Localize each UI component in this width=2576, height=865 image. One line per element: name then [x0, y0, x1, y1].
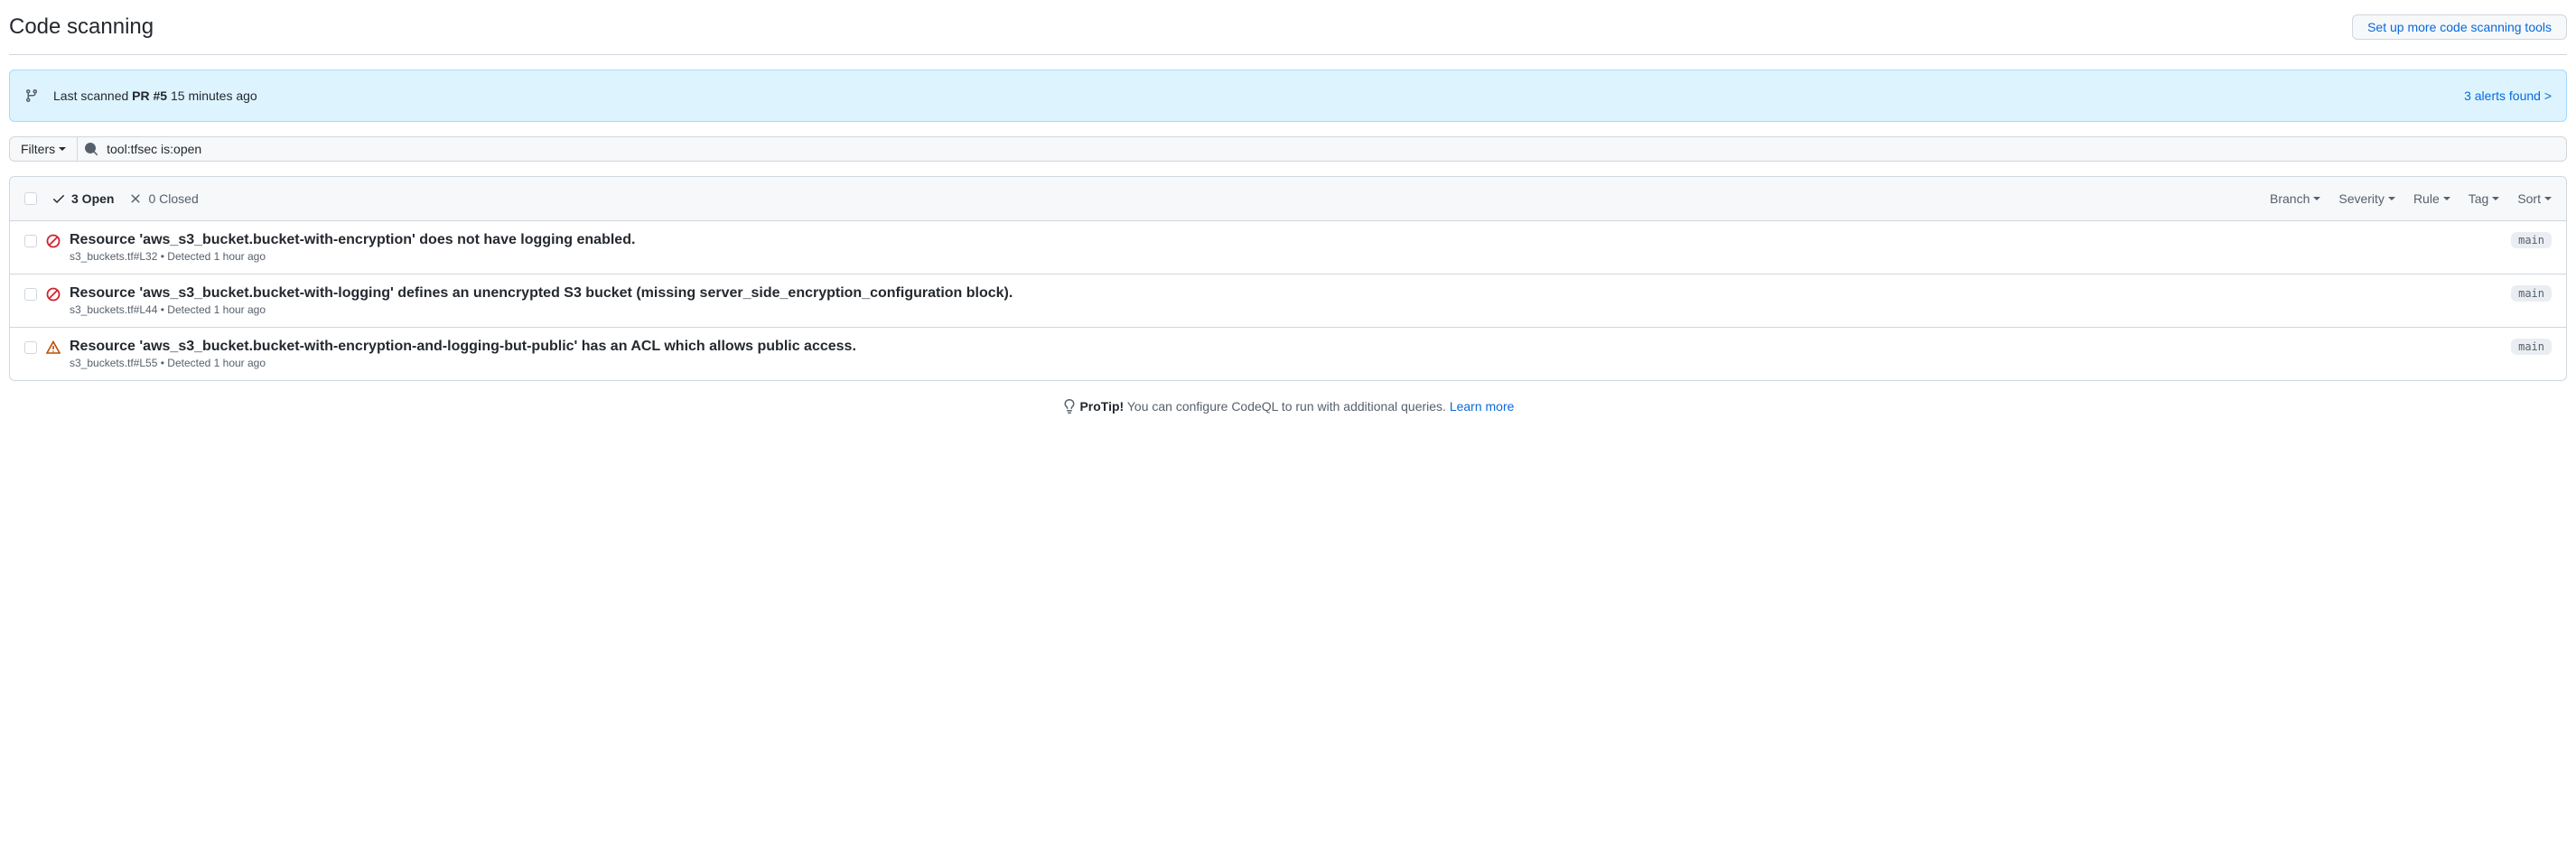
open-count: 3 Open [71, 191, 114, 206]
dropdown-label: Branch [2270, 191, 2310, 206]
page-title: Code scanning [9, 14, 154, 40]
setup-tools-button[interactable]: Set up more code scanning tools [2352, 14, 2567, 40]
banner-suffix: 15 minutes ago [167, 88, 257, 103]
alert-title[interactable]: Resource 'aws_s3_bucket.bucket-with-encr… [70, 339, 2502, 355]
filters-button[interactable]: Filters [9, 136, 77, 162]
alert-row[interactable]: Resource 'aws_s3_bucket.bucket-with-encr… [10, 221, 2566, 274]
branch-label[interactable]: main [2511, 285, 2552, 302]
alert-body: Resource 'aws_s3_bucket.bucket-with-encr… [70, 339, 2502, 369]
alert-title[interactable]: Resource 'aws_s3_bucket.bucket-with-encr… [70, 232, 2502, 248]
alert-file-ref[interactable]: s3_buckets.tf#L55 [70, 357, 157, 369]
alert-detected: Detected 1 hour ago [167, 250, 266, 263]
page-header: Code scanning Set up more code scanning … [9, 14, 2567, 55]
alerts-found-link[interactable]: 3 alerts found > [2464, 88, 2552, 103]
caret-down-icon [2492, 197, 2499, 200]
filters-label: Filters [21, 142, 55, 156]
error-icon [46, 234, 61, 248]
alert-row[interactable]: Resource 'aws_s3_bucket.bucket-with-encr… [10, 328, 2566, 380]
alert-checkbox[interactable] [24, 341, 37, 354]
closed-tab[interactable]: 0 Closed [128, 191, 198, 206]
alert-detected: Detected 1 hour ago [167, 357, 266, 369]
caret-down-icon [2313, 197, 2320, 200]
alerts-box-header: 3 Open 0 Closed Branch Severity Rule Tag… [10, 177, 2566, 221]
error-icon [46, 287, 61, 302]
git-branch-icon [24, 88, 39, 103]
alert-checkbox[interactable] [24, 288, 37, 301]
open-tab[interactable]: 3 Open [51, 191, 114, 206]
caret-down-icon [2443, 197, 2450, 200]
alert-meta: s3_buckets.tf#L44 • Detected 1 hour ago [70, 303, 2502, 316]
alert-detected: Detected 1 hour ago [167, 303, 266, 316]
caret-down-icon [59, 147, 66, 151]
dropdown-label: Rule [2413, 191, 2440, 206]
protip: ProTip! You can configure CodeQL to run … [9, 399, 2567, 414]
alert-body: Resource 'aws_s3_bucket.bucket-with-encr… [70, 232, 2502, 263]
branch-label[interactable]: main [2511, 339, 2552, 355]
caret-down-icon [2388, 197, 2395, 200]
protip-link[interactable]: Learn more [1450, 399, 1515, 414]
alert-checkbox[interactable] [24, 235, 37, 247]
closed-count: 0 Closed [148, 191, 198, 206]
x-icon [128, 191, 143, 206]
alert-body: Resource 'aws_s3_bucket.bucket-with-logg… [70, 285, 2502, 316]
search-input[interactable] [77, 136, 2567, 162]
alert-row[interactable]: Resource 'aws_s3_bucket.bucket-with-logg… [10, 274, 2566, 328]
tag-dropdown[interactable]: Tag [2469, 191, 2500, 206]
branch-dropdown[interactable]: Branch [2270, 191, 2320, 206]
alert-meta: s3_buckets.tf#L32 • Detected 1 hour ago [70, 250, 2502, 263]
filters-row: Filters [9, 136, 2567, 162]
alert-file-ref[interactable]: s3_buckets.tf#L32 [70, 250, 157, 263]
search-wrap [77, 136, 2567, 162]
dropdown-label: Tag [2469, 191, 2489, 206]
protip-label: ProTip! [1079, 399, 1124, 414]
sort-dropdown[interactable]: Sort [2517, 191, 2552, 206]
severity-dropdown[interactable]: Severity [2338, 191, 2395, 206]
dropdown-label: Severity [2338, 191, 2385, 206]
select-all-checkbox[interactable] [24, 192, 37, 205]
lightbulb-icon [1062, 399, 1077, 414]
dropdown-label: Sort [2517, 191, 2541, 206]
rule-dropdown[interactable]: Rule [2413, 191, 2450, 206]
alerts-box: 3 Open 0 Closed Branch Severity Rule Tag… [9, 176, 2567, 381]
alert-meta: s3_buckets.tf#L55 • Detected 1 hour ago [70, 357, 2502, 369]
box-header-left: 3 Open 0 Closed [24, 191, 199, 206]
search-icon [84, 142, 98, 156]
banner-pr-ref[interactable]: PR #5 [132, 88, 167, 103]
box-header-right: Branch Severity Rule Tag Sort [2270, 191, 2552, 206]
banner-text: Last scanned PR #5 15 minutes ago [53, 88, 257, 103]
alert-title[interactable]: Resource 'aws_s3_bucket.bucket-with-logg… [70, 285, 2502, 302]
banner-left: Last scanned PR #5 15 minutes ago [24, 88, 257, 103]
check-icon [51, 191, 66, 206]
banner-prefix: Last scanned [53, 88, 132, 103]
alert-file-ref[interactable]: s3_buckets.tf#L44 [70, 303, 157, 316]
caret-down-icon [2544, 197, 2552, 200]
branch-label[interactable]: main [2511, 232, 2552, 248]
warning-icon [46, 340, 61, 355]
protip-text: You can configure CodeQL to run with add… [1124, 399, 1450, 414]
scan-status-banner: Last scanned PR #5 15 minutes ago 3 aler… [9, 70, 2567, 122]
